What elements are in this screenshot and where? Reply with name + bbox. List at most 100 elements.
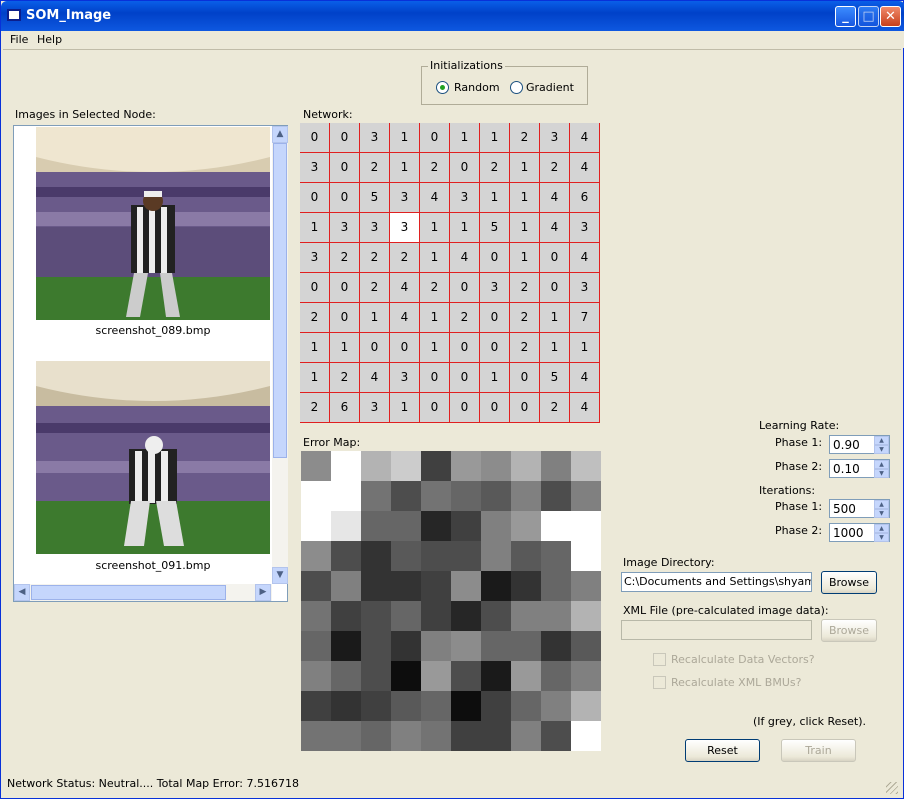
network-cell[interactable]: 5 bbox=[540, 363, 570, 393]
network-cell[interactable]: 1 bbox=[450, 123, 480, 153]
network-cell[interactable]: 0 bbox=[450, 153, 480, 183]
network-cell[interactable]: 2 bbox=[540, 153, 570, 183]
lr-phase1-value[interactable]: 0.90 bbox=[833, 438, 860, 452]
network-cell[interactable]: 1 bbox=[570, 333, 600, 363]
image-listbox[interactable]: screenshot_089.bmp screenshot_091.bmp ▲ … bbox=[13, 125, 288, 602]
it-phase2-value[interactable]: 1000 bbox=[833, 526, 864, 540]
network-cell[interactable]: 1 bbox=[360, 303, 390, 333]
network-cell[interactable]: 0 bbox=[420, 363, 450, 393]
network-cell[interactable]: 3 bbox=[360, 213, 390, 243]
network-cell[interactable]: 3 bbox=[390, 183, 420, 213]
network-cell[interactable]: 1 bbox=[420, 213, 450, 243]
network-cell[interactable]: 0 bbox=[480, 303, 510, 333]
network-cell[interactable]: 2 bbox=[300, 303, 330, 333]
network-cell[interactable]: 3 bbox=[330, 213, 360, 243]
network-cell[interactable]: 0 bbox=[540, 273, 570, 303]
network-cell[interactable]: 1 bbox=[420, 303, 450, 333]
network-cell[interactable]: 0 bbox=[390, 333, 420, 363]
network-cell[interactable]: 0 bbox=[450, 393, 480, 423]
network-cell[interactable]: 0 bbox=[330, 123, 360, 153]
network-cell[interactable]: 0 bbox=[300, 273, 330, 303]
network-cell[interactable]: 0 bbox=[300, 123, 330, 153]
network-cell[interactable]: 0 bbox=[420, 123, 450, 153]
network-cell[interactable]: 3 bbox=[540, 123, 570, 153]
spin-down-icon[interactable]: ▼ bbox=[874, 469, 889, 478]
network-cell[interactable]: 4 bbox=[450, 243, 480, 273]
spin-down-icon[interactable]: ▼ bbox=[874, 445, 889, 454]
lr-phase2-value[interactable]: 0.10 bbox=[833, 462, 860, 476]
network-cell[interactable]: 0 bbox=[450, 363, 480, 393]
network-cell[interactable]: 3 bbox=[450, 183, 480, 213]
network-cell[interactable]: 0 bbox=[330, 153, 360, 183]
network-cell[interactable]: 4 bbox=[390, 303, 420, 333]
network-cell[interactable]: 4 bbox=[570, 243, 600, 273]
network-cell[interactable]: 3 bbox=[480, 273, 510, 303]
network-cell[interactable]: 2 bbox=[510, 123, 540, 153]
network-cell[interactable]: 4 bbox=[570, 123, 600, 153]
network-cell[interactable]: 3 bbox=[300, 153, 330, 183]
horizontal-scroll-thumb[interactable] bbox=[31, 585, 226, 600]
network-cell[interactable]: 2 bbox=[480, 153, 510, 183]
spin-up-icon[interactable]: ▲ bbox=[874, 460, 889, 469]
minimize-button[interactable]: _ bbox=[835, 6, 856, 27]
network-cell[interactable]: 1 bbox=[480, 363, 510, 393]
lr-phase1-spinner[interactable]: 0.90 ▲ ▼ bbox=[829, 435, 890, 454]
referee-image-icon[interactable] bbox=[36, 127, 270, 320]
train-button[interactable]: Train bbox=[781, 739, 856, 762]
xml-file-input[interactable] bbox=[621, 620, 812, 640]
radio-random[interactable] bbox=[436, 81, 449, 94]
network-cell[interactable]: 3 bbox=[360, 393, 390, 423]
network-cell[interactable]: 1 bbox=[300, 363, 330, 393]
network-cell[interactable]: 2 bbox=[510, 333, 540, 363]
vertical-scroll-thumb[interactable] bbox=[273, 143, 287, 458]
network-cell[interactable]: 4 bbox=[540, 183, 570, 213]
network-cell[interactable]: 7 bbox=[570, 303, 600, 333]
network-cell[interactable]: 0 bbox=[480, 243, 510, 273]
network-cell[interactable]: 0 bbox=[450, 273, 480, 303]
network-cell[interactable]: 6 bbox=[330, 393, 360, 423]
radio-random-label[interactable]: Random bbox=[454, 81, 500, 94]
title-bar[interactable]: SOM_Image _ □ ✕ bbox=[1, 1, 904, 31]
network-cell[interactable]: 2 bbox=[300, 393, 330, 423]
network-cell[interactable]: 0 bbox=[480, 333, 510, 363]
network-cell[interactable]: 4 bbox=[390, 273, 420, 303]
image-dir-input[interactable]: C:\Documents and Settings\shyam\De bbox=[621, 572, 812, 592]
network-cell[interactable]: 0 bbox=[540, 243, 570, 273]
spin-down-icon[interactable]: ▼ bbox=[874, 509, 889, 518]
network-cell[interactable]: 4 bbox=[420, 183, 450, 213]
it-phase1-spinner[interactable]: 500 ▲ ▼ bbox=[829, 499, 890, 518]
network-cell[interactable]: 1 bbox=[450, 213, 480, 243]
reset-button[interactable]: Reset bbox=[685, 739, 760, 762]
network-cell[interactable]: 1 bbox=[510, 213, 540, 243]
scroll-right-icon[interactable]: ▶ bbox=[255, 584, 271, 601]
network-cell[interactable]: 3 bbox=[390, 213, 420, 243]
maximize-button[interactable]: □ bbox=[858, 6, 879, 27]
spin-up-icon[interactable]: ▲ bbox=[874, 500, 889, 509]
it-phase2-spinner[interactable]: 1000 ▲ ▼ bbox=[829, 523, 890, 542]
network-cell[interactable]: 0 bbox=[450, 333, 480, 363]
recalc-bmus-label[interactable]: Recalculate XML BMUs? bbox=[671, 676, 801, 689]
browse-image-dir-button[interactable]: Browse bbox=[821, 571, 877, 594]
network-cell[interactable]: 1 bbox=[390, 123, 420, 153]
network-cell[interactable]: 1 bbox=[480, 123, 510, 153]
network-cell[interactable]: 0 bbox=[510, 363, 540, 393]
spin-down-icon[interactable]: ▼ bbox=[874, 533, 889, 542]
network-cell[interactable]: 2 bbox=[420, 273, 450, 303]
network-cell[interactable]: 0 bbox=[330, 303, 360, 333]
browse-xml-button[interactable]: Browse bbox=[821, 619, 877, 642]
list-horizontal-scrollbar[interactable]: ◀ ▶ bbox=[14, 584, 272, 601]
network-cell[interactable]: 1 bbox=[420, 333, 450, 363]
network-cell[interactable]: 2 bbox=[360, 153, 390, 183]
network-cell[interactable]: 2 bbox=[420, 153, 450, 183]
network-cell[interactable]: 0 bbox=[480, 393, 510, 423]
menu-help[interactable]: Help bbox=[37, 33, 62, 46]
network-cell[interactable]: 1 bbox=[300, 213, 330, 243]
scroll-left-icon[interactable]: ◀ bbox=[14, 584, 30, 601]
network-cell[interactable]: 2 bbox=[330, 363, 360, 393]
list-vertical-scrollbar[interactable]: ▲ ▼ bbox=[272, 126, 288, 584]
network-cell[interactable]: 3 bbox=[300, 243, 330, 273]
radio-gradient-label[interactable]: Gradient bbox=[526, 81, 574, 94]
network-cell[interactable]: 2 bbox=[390, 243, 420, 273]
network-cell[interactable]: 4 bbox=[570, 363, 600, 393]
spin-up-icon[interactable]: ▲ bbox=[874, 524, 889, 533]
